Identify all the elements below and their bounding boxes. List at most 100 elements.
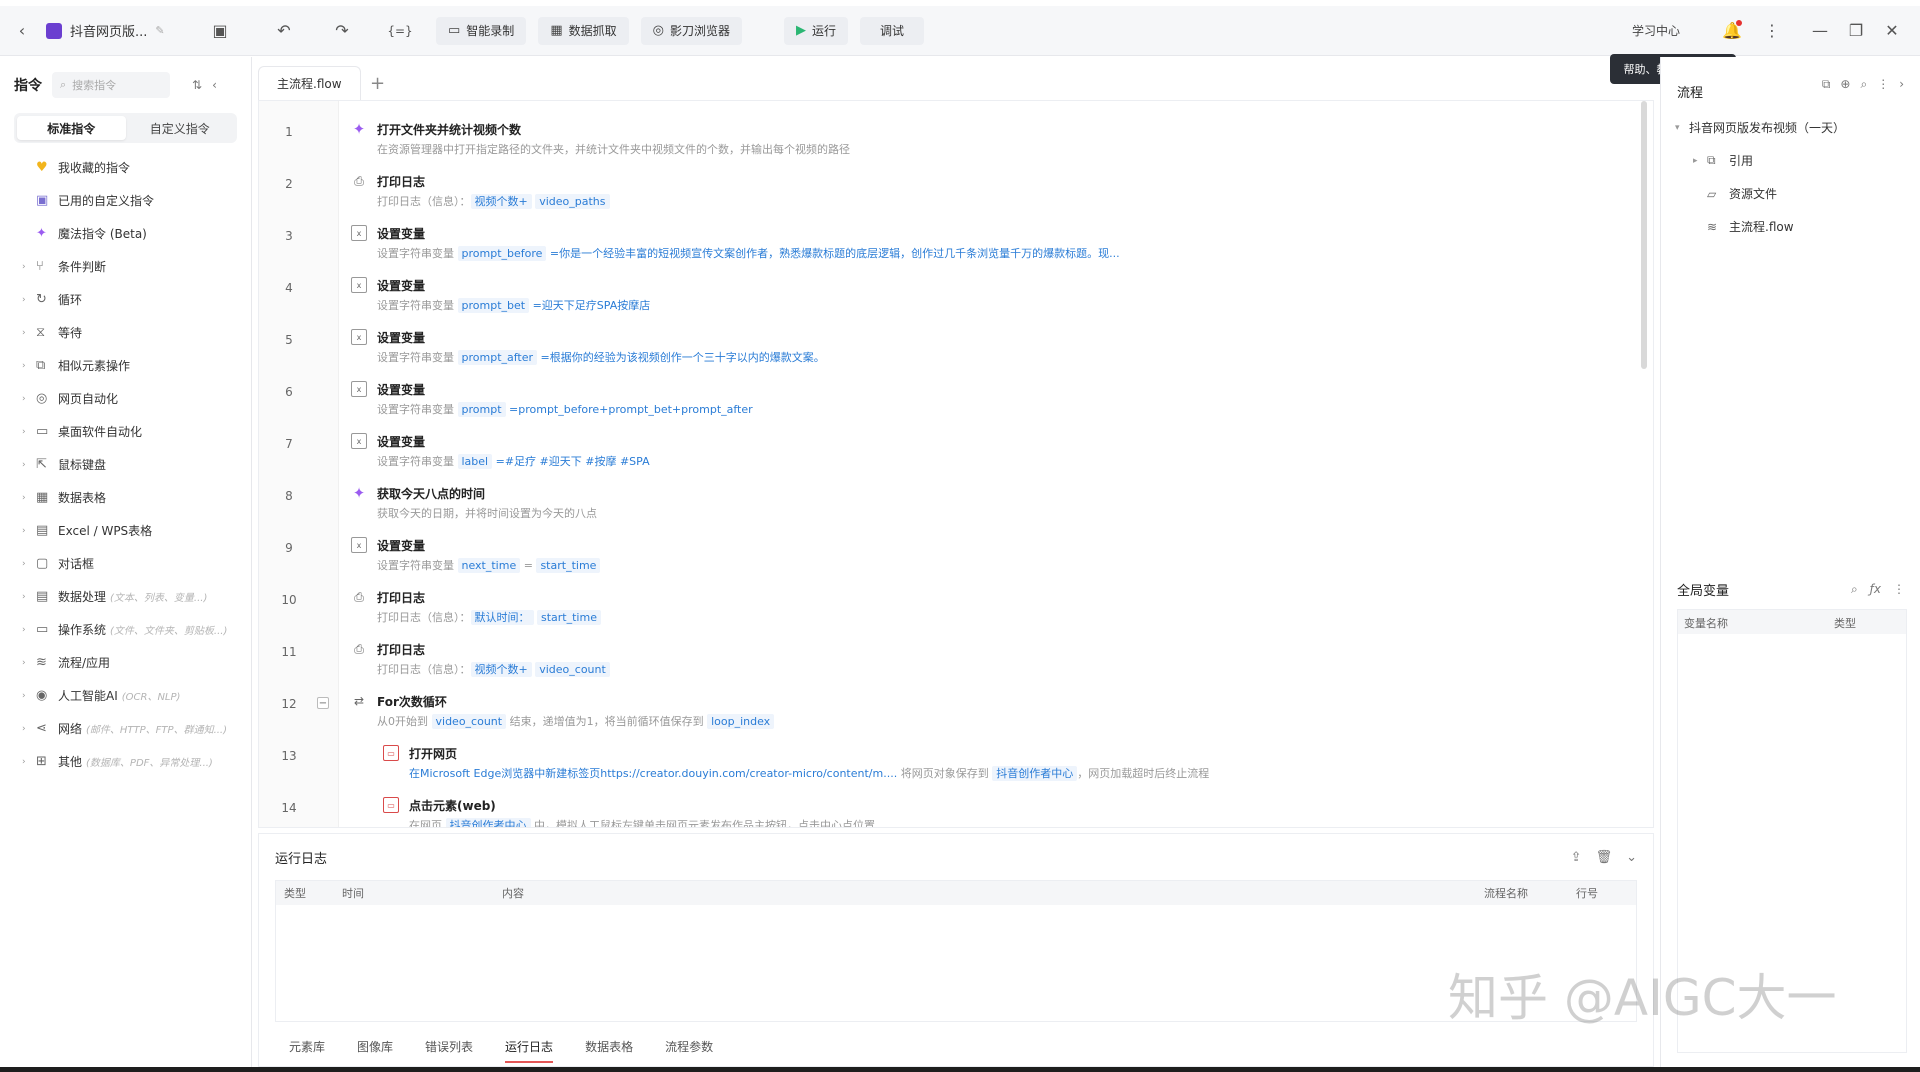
flow-step[interactable]: ▭ 点击元素(web) 在网页 抖音创作者中心 中，模拟人工鼠标左键单击网页元素… [383, 791, 1633, 828]
close-icon[interactable]: ✕ [1878, 17, 1906, 45]
add-tab-icon[interactable]: + [361, 66, 395, 100]
used-custom-commands-item[interactable]: ▣ 已用的自定义指令 [0, 184, 251, 217]
back-icon[interactable]: ‹ [8, 17, 36, 45]
custom-icon: ▣ [36, 193, 49, 208]
export-icon[interactable]: ⇪ [1571, 850, 1582, 865]
search-icon[interactable]: ⌕ [1851, 582, 1858, 597]
tree-item-reference[interactable]: ▸ ⧉ 引用 [1661, 144, 1920, 177]
step-title: 打开网页 [409, 747, 458, 761]
flow-step[interactable]: x 设置变量 设置字符串变量 label =#足疗 #迎天下 #按摩 #SPA [351, 427, 1633, 479]
category-excel[interactable]: › ▤ Excel / WPS表格 [0, 514, 251, 547]
add-module-icon[interactable]: ⊕ [1840, 77, 1850, 92]
flow-step[interactable]: ⎙ 打印日志 打印日志（信息）： 默认时间： start_time [351, 583, 1633, 635]
redo-icon[interactable]: ↷ [328, 17, 356, 45]
undo-icon[interactable]: ↶ [270, 17, 298, 45]
tree-root[interactable]: ▾ 抖音网页版发布视频（一天） [1661, 111, 1920, 144]
flow-step[interactable]: x 设置变量 设置字符串变量 prompt_after =根据你的经验为该视频创… [351, 323, 1633, 375]
minimize-icon[interactable]: — [1806, 17, 1834, 45]
tab-image-library[interactable]: 图像库 [357, 1038, 393, 1055]
tab-data-table[interactable]: 数据表格 [585, 1038, 633, 1055]
sort-icon[interactable]: ⇅ [192, 78, 202, 92]
restore-icon[interactable]: ❐ [1842, 17, 1870, 45]
tab-main-flow[interactable]: 主流程.flow [258, 66, 361, 100]
tree-item-main-flow[interactable]: ≋ 主流程.flow [1661, 210, 1920, 243]
trash-icon[interactable]: 🗑 [1596, 850, 1613, 865]
browser-button[interactable]: ◎ 影刀浏览器 [640, 16, 742, 45]
add-flow-icon[interactable]: ⧉ [1822, 77, 1831, 92]
category-other[interactable]: › ⊞ 其他 (数据库、PDF、异常处理...) [0, 745, 251, 778]
tab-element-library[interactable]: 元素库 [289, 1038, 325, 1055]
line-number: 9 [285, 541, 293, 555]
chevron-right-icon: › [22, 360, 26, 371]
category-mouse-keyboard[interactable]: › ⇱ 鼠标键盘 [0, 448, 251, 481]
fold-toggle-icon[interactable]: − [317, 697, 329, 709]
flow-step[interactable]: ✦ 获取今天八点的时间 获取今天的日期，并将时间设置为今天的八点 [351, 479, 1633, 531]
category-wait[interactable]: › ⧖ 等待 [0, 316, 251, 349]
flow-step[interactable]: ▭ 打开网页 在Microsoft Edge浏览器中新建标签页https://c… [383, 739, 1633, 791]
category-web-automation[interactable]: › ◎ 网页自动化 [0, 382, 251, 415]
flow-step[interactable]: ✦ 打开文件夹并统计视频个数 在资源管理器中打开指定路径的文件夹，并统计文件夹中… [351, 115, 1633, 167]
data-capture-button[interactable]: ▦ 数据抓取 [538, 16, 629, 45]
variable-icon: x [351, 381, 367, 397]
more-icon[interactable]: ⋮ [1758, 17, 1786, 45]
editor-scrollbar[interactable] [1641, 101, 1647, 369]
bell-icon[interactable]: 🔔 [1718, 17, 1746, 45]
run-log-panel: 运行日志 ⇪ 🗑 ⌄ 类型 时间 内容 流程名称 行号 元素库 图像库 错误列表… [258, 833, 1654, 1067]
learn-center-link[interactable]: 学习中心 [1632, 22, 1680, 39]
category-label: 操作系统 [58, 623, 107, 637]
flow-step[interactable]: ⇄ For次数循环 从0开始到 video_count 结束，递增值为1，将当前… [351, 687, 1633, 739]
data-icon: ▤ [36, 589, 49, 604]
tab-run-log[interactable]: 运行日志 [505, 1038, 554, 1063]
chevron-right-icon[interactable]: › [1899, 77, 1904, 92]
ai-icon: ◉ [36, 688, 48, 703]
chevron-right-icon: › [22, 426, 26, 437]
flow-step[interactable]: ⎙ 打印日志 打印日志（信息）： 视频个数+ video_paths [351, 167, 1633, 219]
edit-title-icon[interactable]: ✎ [155, 24, 164, 37]
chevron-right-icon: ▸ [1693, 155, 1698, 166]
magic-commands-item[interactable]: ✦ 魔法指令 (Beta) [0, 217, 251, 250]
debug-button[interactable]: 调试 [860, 16, 925, 45]
flow-title[interactable]: 抖音网页版... [70, 21, 147, 40]
line-number: 5 [285, 333, 293, 347]
search-icon[interactable]: ⌕ [1860, 77, 1867, 92]
chevron-down-icon[interactable]: ⌄ [1626, 850, 1637, 865]
command-search-input[interactable]: ⌕ 搜索指令 [52, 72, 170, 98]
tab-standard-commands[interactable]: 标准指令 [17, 116, 126, 140]
category-ai[interactable]: › ◉ 人工智能AI (OCR、NLP) [0, 679, 251, 712]
variable-icon[interactable]: {=} [386, 17, 414, 45]
equals-sign: = [523, 559, 533, 572]
flow-step[interactable]: x 设置变量 设置字符串变量 prompt_before =你是一个经验丰富的短… [351, 219, 1633, 271]
flow-step[interactable]: x 设置变量 设置字符串变量 next_time = start_time [351, 531, 1633, 583]
tab-flow-params[interactable]: 流程参数 [665, 1038, 713, 1055]
smart-record-button[interactable]: ▭ 智能录制 [436, 16, 527, 45]
category-network[interactable]: › ⋖ 网络 (邮件、HTTP、FTP、群通知...) [0, 712, 251, 745]
search-icon: ⌕ [60, 78, 67, 91]
category-similar-elements[interactable]: › ⧉ 相似元素操作 [0, 349, 251, 382]
category-flow-app[interactable]: › ≋ 流程/应用 [0, 646, 251, 679]
var-value: =你是一个经验丰富的短视频宣传文案创作者，熟悉爆款标题的底层逻辑，创作过几千条浏… [549, 247, 1120, 260]
step-desc-text: 打印日志（信息）： [377, 195, 471, 208]
category-label: 数据处理 [58, 590, 107, 604]
tab-error-list[interactable]: 错误列表 [425, 1038, 473, 1055]
tab-custom-commands[interactable]: 自定义指令 [126, 116, 235, 140]
category-data-processing[interactable]: › ▤ 数据处理 (文本、列表、变量...) [0, 580, 251, 613]
flow-step[interactable]: x 设置变量 设置字符串变量 prompt =prompt_before+pro… [351, 375, 1633, 427]
more-icon[interactable]: ⋮ [1877, 77, 1889, 92]
tree-item-resources[interactable]: ▱ 资源文件 [1661, 177, 1920, 210]
flow-step[interactable]: x 设置变量 设置字符串变量 prompt_bet =迎天下足疗SPA按摩店 [351, 271, 1633, 323]
category-loop[interactable]: › ↻ 循环 [0, 283, 251, 316]
category-dialog[interactable]: › ▢ 对话框 [0, 547, 251, 580]
category-condition[interactable]: › ⑂ 条件判断 [0, 250, 251, 283]
save-icon[interactable]: ▣ [206, 17, 234, 45]
flow-step[interactable]: ⎙ 打印日志 打印日志（信息）： 视频个数+ video_count [351, 635, 1633, 687]
favorite-commands-item[interactable]: ♥ 我收藏的指令 [0, 151, 251, 184]
category-os[interactable]: › ▭ 操作系统 (文件、文件夹、剪贴板...) [0, 613, 251, 646]
step-desc-text: 在网页 [409, 819, 442, 828]
collapse-panel-icon[interactable]: ‹ [212, 78, 217, 92]
run-log-header: 运行日志 ⇪ 🗑 ⌄ [259, 834, 1653, 880]
function-icon[interactable]: ƒx [1870, 582, 1881, 597]
category-desktop-automation[interactable]: › ▭ 桌面软件自动化 [0, 415, 251, 448]
more-icon[interactable]: ⋮ [1893, 582, 1905, 597]
category-data-table[interactable]: › ▦ 数据表格 [0, 481, 251, 514]
run-button[interactable]: ▶ 运行 [783, 16, 848, 45]
